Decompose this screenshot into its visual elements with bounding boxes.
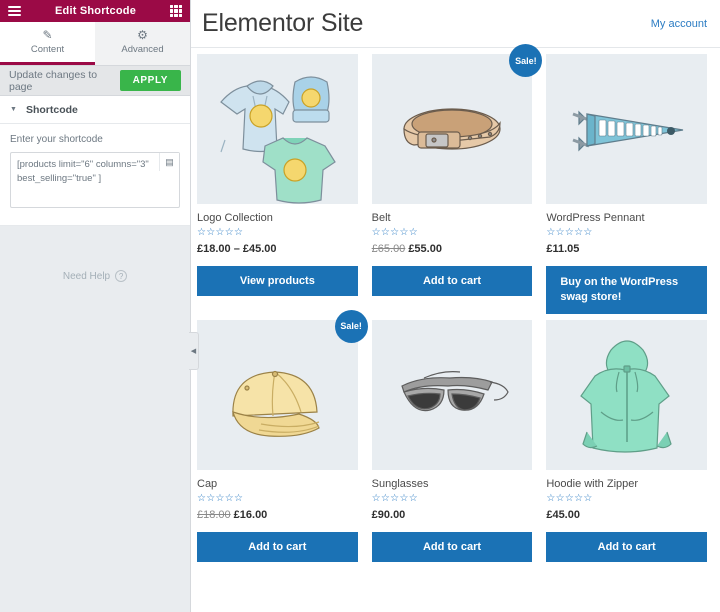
site-header: Elementor Site My account [191,0,720,48]
star-rating[interactable]: ☆☆☆☆☆ [546,492,707,506]
panel-tabs: ✎ Content ⚙ Advanced [0,22,190,66]
shortcode-input-wrapper: ▤ [10,152,180,211]
shortcode-field-label: Enter your shortcode [10,134,103,145]
pennant-image[interactable] [546,54,707,204]
product-card: Sale! Belt ☆☆☆☆☆ £65.00 £55.00 Add to car… [371,44,543,314]
product-name[interactable]: Hoodie with Zipper [546,478,707,490]
product-grid: Sale! Logo Collection ☆☆☆☆☆ £18.00 – £45… [191,44,720,562]
logo-collection-image[interactable] [197,54,358,204]
caret-down-icon: ▼ [10,106,17,113]
need-help-label: Need Help [62,270,111,282]
section-shortcode-title: Shortcode [25,103,78,116]
site-title: Elementor Site [202,9,364,37]
tab-content-label: Content [30,44,65,55]
apply-button[interactable]: APPLY [119,70,181,91]
sale-badge: Sale! [509,44,543,77]
cap-image[interactable] [197,319,358,470]
star-rating[interactable]: ☆☆☆☆☆ [197,226,358,240]
need-help-link[interactable]: Need Help ? [0,270,190,282]
product-card: Sale! WordPress Pennant ☆☆☆☆☆ £11.05 Buy… [546,54,707,314]
product-price: £18.00 – £45.00 [197,243,358,255]
price-current: £90.00 [371,508,406,521]
view-products-button[interactable]: View products [197,266,358,296]
product-price: £18.00 £16.00 [197,509,358,521]
belt-image[interactable] [371,54,533,204]
hoodie-zipper-image[interactable] [546,319,707,470]
price-current: £16.00 [233,508,268,521]
hamburger-icon[interactable] [8,6,21,16]
shortcode-input[interactable] [10,152,180,208]
panel-header: Edit Shortcode [0,0,190,22]
add-to-cart-button[interactable]: Add to cart [371,531,533,562]
price-current: £18.00 – £45.00 [197,243,277,255]
star-rating[interactable]: ☆☆☆☆☆ [372,226,533,240]
product-card: Sale! Cap ☆☆☆☆☆ £18.00 £16.00 Add to cart [197,309,368,562]
star-rating[interactable]: ☆☆☆☆☆ [197,492,358,506]
product-price: £45.00 [546,509,707,521]
grid-icon[interactable] [170,5,182,17]
sunglasses-image[interactable] [371,319,533,470]
sale-badge: Sale! [334,309,368,343]
my-account-link[interactable]: My account [651,18,707,30]
database-icon[interactable]: ▤ [159,153,179,171]
gear-icon: ⚙ [137,28,148,42]
panel-title: Edit Shortcode [54,5,137,17]
product-card: Sale! Sunglasses ☆☆☆☆☆ £90.00 Add to car… [371,319,533,562]
apply-row: Update changes to page APPLY [0,66,190,96]
shortcode-control: Enter your shortcode ▤ [0,124,190,226]
add-to-cart-button[interactable]: Add to cart [371,266,533,296]
add-to-cart-button[interactable]: Add to cart [546,531,707,562]
elementor-editor-panel: Edit Shortcode ✎ Content ⚙ Advanced Upda… [0,0,199,612]
product-name[interactable]: Belt [372,212,533,224]
panel-collapse-handle[interactable]: ◀ [189,332,199,370]
pencil-icon: ✎ [42,28,53,42]
site-preview: Elementor Site My account Logo Collectio… [191,0,720,612]
price-original: £65.00 [371,243,406,255]
product-name[interactable]: Cap [197,478,358,490]
update-changes-label: Update changes to page [9,68,98,93]
product-name[interactable]: Logo Collection [197,212,358,224]
product-card: Sale! Logo Collection ☆☆☆☆☆ £18.00 – £45… [197,54,358,314]
product-price: £90.00 [372,509,533,521]
add-to-cart-button[interactable]: Add to cart [197,531,358,562]
star-rating[interactable]: ☆☆☆☆☆ [546,226,707,240]
price-original: £18.00 [197,508,231,521]
section-shortcode-header[interactable]: ▼ Shortcode [0,96,190,124]
tab-advanced-label: Advanced [121,44,164,55]
buy-external-button[interactable]: Buy on the WordPress swag store! [546,266,707,314]
price-current: £55.00 [408,243,442,255]
product-card: Sale! Hoodie with Zipper ☆☆☆☆☆ £45.00 Ad… [546,319,707,562]
product-name[interactable]: WordPress Pennant [546,212,707,224]
tab-advanced[interactable]: ⚙ Advanced [95,22,190,65]
price-current: £45.00 [546,508,580,521]
product-price: £11.05 [546,243,707,255]
price-current: £11.05 [546,243,580,255]
tab-content[interactable]: ✎ Content [0,22,95,65]
star-rating[interactable]: ☆☆☆☆☆ [372,492,533,506]
product-name[interactable]: Sunglasses [372,478,533,490]
product-price: £65.00 £55.00 [372,243,533,255]
question-circle-icon: ? [115,270,128,282]
